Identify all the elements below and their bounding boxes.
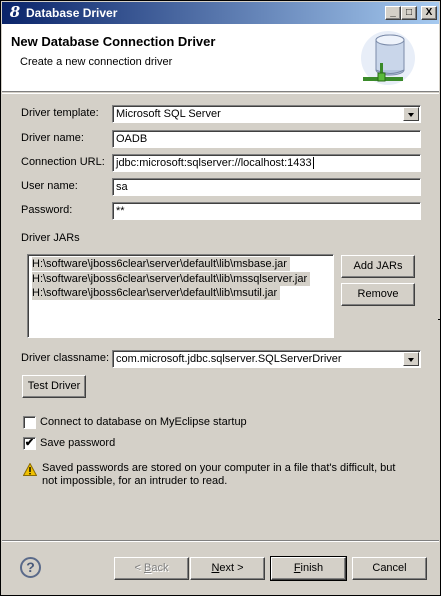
driver-classname-label: Driver classname: (21, 352, 110, 364)
warning-message: Saved passwords are stored on your compu… (42, 462, 396, 487)
remove-jar-button[interactable]: Remove (341, 283, 415, 306)
wizard-title: New Database Connection Driver (11, 34, 216, 49)
cancel-button[interactable]: Cancel (352, 557, 427, 580)
driver-template-select[interactable]: Microsoft SQL Server (112, 105, 421, 123)
wizard-header: New Database Connection Driver Create a … (2, 24, 439, 92)
next-label-post: ext > (219, 562, 244, 574)
warning-icon (23, 463, 37, 476)
connection-url-field[interactable]: jdbc:microsoft:sqlserver://localhost:143… (112, 154, 421, 172)
driver-name-label: Driver name: (21, 132, 84, 144)
driver-jars-list[interactable]: H:\software\jboss6clear\server\default\l… (27, 254, 334, 338)
minimize-button[interactable]: _ (385, 6, 401, 20)
driver-classname-select[interactable]: com.microsoft.jdbc.sqlserver.SQLServerDr… (112, 350, 421, 368)
connect-startup-checkbox[interactable] (23, 416, 36, 429)
list-item[interactable]: H:\software\jboss6clear\server\default\l… (32, 257, 290, 271)
user-name-field[interactable]: sa (112, 178, 421, 196)
finish-button[interactable]: Finish (270, 556, 347, 581)
chevron-down-icon[interactable] (403, 352, 419, 366)
back-label-pre: < (134, 562, 144, 574)
user-name-label: User name: (21, 180, 78, 192)
list-item[interactable]: H:\software\jboss6clear\server\default\l… (32, 271, 311, 286)
connect-startup-label[interactable]: Connect to database on MyEclipse startup (40, 416, 247, 428)
save-password-checkbox[interactable]: ✔ (23, 437, 36, 450)
driver-jars-label: Driver JARs (21, 232, 80, 244)
connection-url-value: jdbc:microsoft:sqlserver://localhost:143… (116, 157, 312, 169)
finish-label-post: inish (300, 562, 324, 574)
save-password-label[interactable]: Save password (40, 437, 115, 449)
connection-url-label: Connection URL: (21, 156, 105, 168)
password-value: ** (116, 205, 125, 217)
password-label: Password: (21, 204, 73, 216)
driver-name-field[interactable]: OADB (112, 130, 421, 148)
add-jars-button[interactable]: Add JARs (341, 255, 415, 278)
back-button: < Back (114, 557, 189, 580)
title-bar[interactable]: 8 Database Driver _ □ X (2, 2, 439, 24)
text-cursor (312, 157, 314, 170)
database-driver-icon (361, 31, 415, 85)
driver-template-label: Driver template: (21, 107, 99, 119)
driver-template-value: Microsoft SQL Server (116, 108, 221, 120)
wizard-description: Create a new connection driver (20, 56, 173, 68)
database-driver-dialog: 8 Database Driver _ □ X New Database Con… (0, 0, 441, 596)
test-driver-button[interactable]: Test Driver (22, 375, 86, 398)
driver-classname-value: com.microsoft.jdbc.sqlserver.SQLServerDr… (116, 353, 342, 365)
chevron-down-icon[interactable] (403, 107, 419, 121)
password-field[interactable]: ** (112, 202, 421, 220)
window-title: Database Driver (26, 6, 118, 20)
finish-label-mnemonic: F (293, 562, 301, 574)
myeclipse-app-icon: 8 (9, 3, 21, 21)
close-button[interactable]: X (421, 6, 437, 20)
user-name-value: sa (116, 181, 128, 193)
back-label-post: ack (151, 562, 169, 574)
footer-separator-highlight (2, 541, 439, 542)
driver-name-value: OADB (116, 133, 148, 145)
help-icon[interactable]: ? (20, 557, 41, 578)
list-item[interactable]: H:\software\jboss6clear\server\default\l… (32, 286, 281, 300)
next-button[interactable]: Next > (190, 557, 265, 580)
header-separator (2, 93, 439, 94)
maximize-button[interactable]: □ (401, 6, 417, 20)
